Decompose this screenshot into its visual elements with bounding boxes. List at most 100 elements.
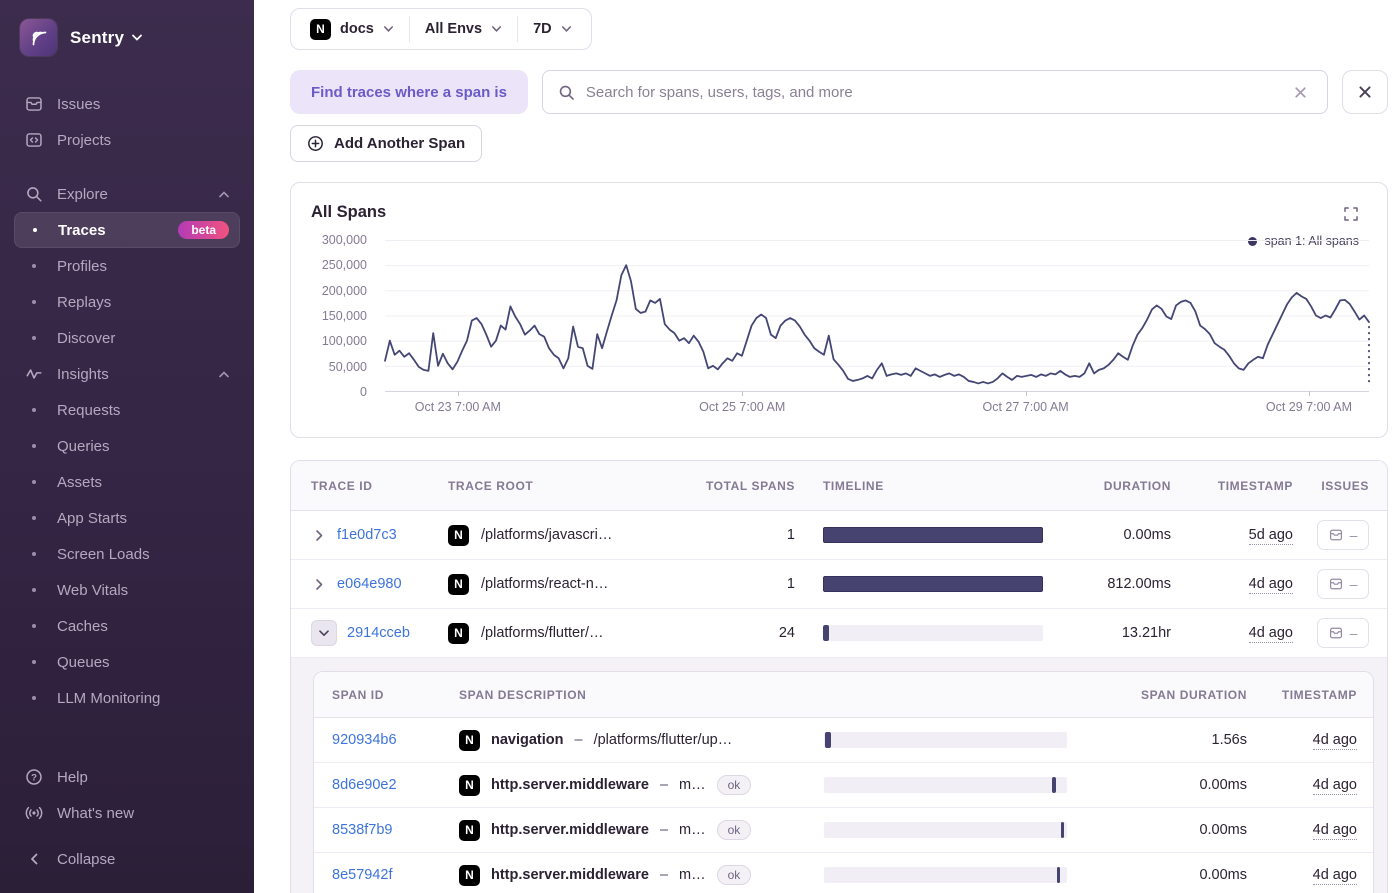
bullet-icon [24,588,43,592]
add-another-span-button[interactable]: Add Another Span [290,125,483,162]
sidebar-item-queries[interactable]: Queries [14,428,240,464]
bullet-icon [24,300,43,304]
duration-value: 0.00ms [1123,527,1171,543]
sidebar-item-traces[interactable]: Traces beta [14,212,240,248]
sidebar-item-web-vitals[interactable]: Web Vitals [14,572,240,608]
platform-icon-nextjs: N [448,573,469,595]
x-axis-tick [1025,391,1027,396]
sidebar-item-assets[interactable]: Assets [14,464,240,500]
timeline-track [823,576,1043,592]
span-row: 8e57942f N http.server.middleware – m… o… [314,853,1373,893]
issues-button[interactable]: – [1317,618,1369,648]
sidebar-item-caches[interactable]: Caches [14,608,240,644]
col-header-span-description: SPAN DESCRIPTION [459,687,587,702]
search-icon [24,185,43,204]
fullscreen-icon [1344,207,1358,221]
platform-icon-nextjs: N [459,864,480,886]
span-id-link[interactable]: 8538f7b9 [332,822,449,838]
timestamp-value[interactable]: 4d ago [1312,732,1357,750]
timestamp-value[interactable]: 4d ago [1312,822,1357,840]
trace-root: /platforms/javascri… [481,527,613,543]
col-header-timestamp: TIMESTAMP [1217,478,1293,493]
span-op: http.server.middleware [491,867,649,883]
trace-id-link[interactable]: e064e980 [337,576,402,592]
sidebar-item-requests[interactable]: Requests [14,392,240,428]
timestamp-value[interactable]: 4d ago [1312,777,1357,795]
environment-selector[interactable]: All Envs [410,21,517,37]
org-switcher[interactable]: Sentry [0,0,254,80]
bullet-icon [24,336,43,340]
expand-row-chevron[interactable] [311,529,327,542]
col-header-trace-id: TRACE ID [311,478,373,493]
remove-span-condition-button[interactable] [1342,70,1388,114]
timeline-track [824,777,1067,793]
section-label: Insights [57,365,109,383]
bullet-icon [24,444,43,448]
span-id-link[interactable]: 920934b6 [332,732,449,748]
trace-row-expanded: 2914cceb N/platforms/flutter/… 24 13.21h… [291,609,1387,658]
span-status-badge: ok [716,775,752,795]
platform-icon-nextjs: N [310,18,331,40]
sidebar-item-queues[interactable]: Queues [14,644,240,680]
issues-icon [1329,578,1342,590]
chevron-right-icon [315,578,322,590]
sidebar-section-explore[interactable]: Explore [14,176,240,212]
bullet-icon [24,408,43,412]
help-icon: ? [24,768,43,787]
span-op: http.server.middleware [491,822,649,838]
broadcast-icon [24,804,43,823]
duration-value: 13.21hr [1121,625,1171,641]
sidebar-item-profiles[interactable]: Profiles [14,248,240,284]
sidebar-item-screen-loads[interactable]: Screen Loads [14,536,240,572]
span-search-input[interactable] [585,83,1278,101]
collapse-row-button[interactable] [311,620,337,646]
section-label: Explore [57,185,108,203]
sidebar-item-whats-new[interactable]: What's new [14,795,240,831]
sidebar-item-projects[interactable]: Projects [14,122,240,158]
timeline-bar [1052,777,1056,793]
sidebar-item-label: What's new [57,804,135,822]
chart-plot-area[interactable]: Oct 23 7:00 AM Oct 25 7:00 AM Oct 27 7:0… [385,240,1369,414]
chevron-down-icon [319,629,329,636]
sidebar-item-label: Projects [57,131,112,149]
timestamp-value[interactable]: 5d ago [1248,527,1293,545]
sidebar-item-llm-monitoring[interactable]: LLM Monitoring [14,680,240,716]
sidebar-section-insights[interactable]: Insights [14,356,240,392]
platform-icon-nextjs: N [459,774,480,796]
sidebar-item-app-starts[interactable]: App Starts [14,500,240,536]
span-table-header: SPAN ID SPAN DESCRIPTION SPAN DURATION T… [314,672,1373,718]
sidebar-item-replays[interactable]: Replays [14,284,240,320]
col-header-issues: ISSUES [1321,478,1369,493]
date-range-selector[interactable]: 7D [518,21,587,37]
total-spans-value: 1 [786,527,795,543]
timestamp-value[interactable]: 4d ago [1248,576,1293,594]
total-spans-value: 24 [778,625,795,641]
issues-icon [24,95,43,114]
sidebar-item-help[interactable]: ? Help [14,759,240,795]
project-selector-value: docs [340,21,374,37]
span-id-link[interactable]: 8e57942f [332,867,449,883]
timeline-track [823,625,1043,641]
org-name: Sentry [70,27,125,47]
timestamp-value[interactable]: 4d ago [1248,625,1293,643]
trace-id-link[interactable]: 2914cceb [347,625,410,641]
col-header-span-id: SPAN ID [332,687,384,702]
main-content: N docs All Envs 7D Find traces where a s… [254,0,1400,893]
sidebar-item-issues[interactable]: Issues [14,86,240,122]
col-header-duration: DURATION [1103,478,1171,493]
sidebar-item-discover[interactable]: Discover [14,320,240,356]
bullet-icon [24,480,43,484]
timestamp-value[interactable]: 4d ago [1312,867,1357,885]
trace-id-link[interactable]: f1e0d7c3 [337,527,397,543]
expand-row-chevron[interactable] [311,578,327,591]
project-selector[interactable]: N docs [295,18,409,40]
collapse-button[interactable]: Collapse [14,841,240,877]
issues-button[interactable]: – [1317,520,1369,550]
timeline-track [824,822,1067,838]
expand-chart-button[interactable] [1343,206,1359,225]
issues-button[interactable]: – [1317,569,1369,599]
clear-search-button[interactable] [1289,81,1312,104]
sidebar-item-label: Profiles [57,257,108,275]
span-duration-value: 0.00ms [1199,777,1247,793]
span-id-link[interactable]: 8d6e90e2 [332,777,449,793]
